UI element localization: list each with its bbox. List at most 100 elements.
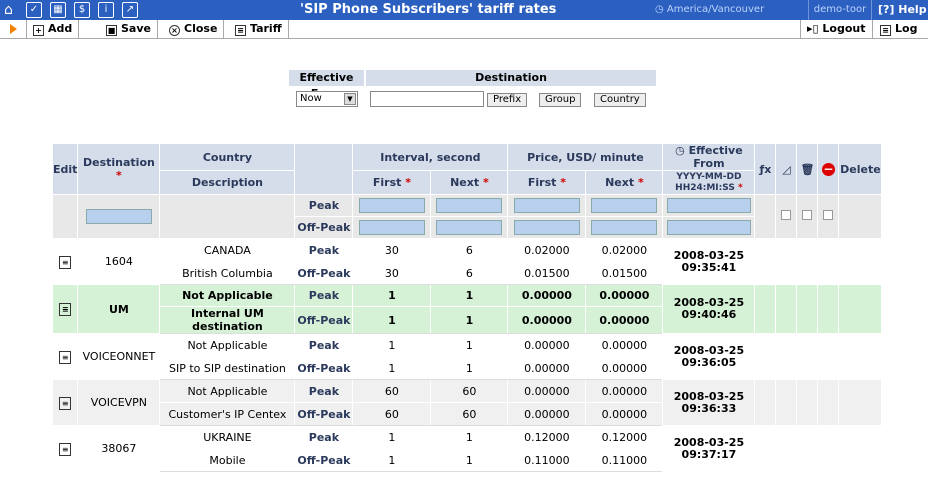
- offpeak-price-first: 0.00000: [507, 402, 587, 426]
- tariff-button[interactable]: ≡ Tariff: [229, 20, 289, 38]
- log-icon: ≡: [880, 25, 891, 36]
- cell: [838, 379, 883, 426]
- timezone-link[interactable]: ◷ America/Vancouver: [655, 4, 764, 15]
- effective-from-header: Effective From: [289, 70, 364, 100]
- effective-cell: 2008-03-25 09:40:46: [662, 284, 756, 334]
- cell: [796, 333, 819, 380]
- new-offpeak-interval-next-input[interactable]: [436, 220, 503, 235]
- effective-time: 09:35:41: [681, 260, 737, 274]
- checkbox-1[interactable]: [781, 210, 792, 220]
- peak-label: Peak: [294, 238, 354, 262]
- new-offpeak-price-next-input[interactable]: [591, 220, 658, 235]
- edit-icon[interactable]: ≡: [59, 396, 72, 410]
- effective-from-select[interactable]: Now ▼: [296, 91, 358, 107]
- cell: [796, 284, 819, 334]
- next-text: Next: [450, 176, 480, 189]
- table-row: ≡ UM Not Applicable Peak 1 1 0.00000 0.0…: [51, 284, 883, 334]
- col-price-first: First *: [507, 170, 587, 195]
- save-button[interactable]: ■ Save: [100, 20, 158, 38]
- edit-icon[interactable]: ≡: [59, 303, 72, 316]
- logout-icon: ▸▯: [807, 22, 823, 35]
- effective-time: 09:37:17: [681, 447, 737, 461]
- peak-label: Peak: [294, 379, 354, 403]
- logout-button[interactable]: ▸▯ Logout: [800, 20, 873, 38]
- cell: [796, 238, 819, 285]
- dollar-icon[interactable]: $: [74, 2, 90, 18]
- cell: [775, 425, 798, 472]
- new-destination-input[interactable]: [85, 209, 152, 224]
- rate-rows: ≡ 1604 CANADA Peak 30 6 0.02000 0.02000 …: [51, 238, 883, 472]
- col-interval-next: Next *: [430, 170, 509, 195]
- note-icon: ◿: [775, 143, 798, 195]
- offpeak-label: Off-Peak: [294, 306, 354, 334]
- col-type: [294, 143, 354, 195]
- date-format-1: YYYY-MM-DD: [676, 171, 742, 182]
- info-icon[interactable]: i: [98, 2, 114, 18]
- cell: [817, 238, 840, 285]
- cell: [838, 333, 883, 380]
- new-effective-time-input[interactable]: [666, 220, 751, 235]
- effective-cell: 2008-03-25 09:37:17: [662, 425, 756, 472]
- new-offpeak-price-first-input[interactable]: [513, 220, 580, 235]
- home-icon[interactable]: ⌂: [4, 1, 13, 19]
- checkbox-3[interactable]: [823, 210, 834, 220]
- table-row: ≡ 38067 UKRAINE Peak 1 1 0.12000 0.12000…: [51, 425, 883, 472]
- destination-header: Destination: [366, 70, 656, 86]
- new-peak-price-first-input[interactable]: [513, 198, 580, 213]
- timezone-text: America/Vancouver: [666, 4, 765, 15]
- help-link[interactable]: [?] Help: [878, 2, 927, 18]
- chart-icon[interactable]: ↗: [122, 2, 138, 18]
- formula-icon: ƒx: [754, 143, 777, 195]
- plus-icon: +: [33, 25, 44, 36]
- grid-icon[interactable]: ▦: [50, 2, 66, 18]
- log-button[interactable]: ≡ Log: [874, 20, 923, 38]
- cell: [838, 425, 883, 472]
- cell: [838, 284, 883, 334]
- group-button[interactable]: Group: [539, 93, 582, 107]
- edit-icon[interactable]: ≡: [59, 442, 72, 456]
- new-peak-interval-next-input[interactable]: [436, 198, 503, 213]
- offpeak-price-first: 0.01500: [507, 261, 587, 285]
- cell: [754, 284, 777, 334]
- cell: [662, 194, 756, 217]
- table-row: ≡ VOICEONNET Not Applicable Peak 1 1 0.0…: [51, 333, 883, 380]
- cell: [754, 379, 777, 426]
- col-price-next: Next *: [585, 170, 664, 195]
- tariff-label: Tariff: [250, 22, 282, 35]
- peak-price-first: 0.02000: [507, 238, 587, 262]
- description-cell: SIP to SIP destination: [159, 356, 296, 380]
- prefix-button[interactable]: Prefix: [487, 93, 528, 107]
- new-peak-price-next-input[interactable]: [591, 198, 658, 213]
- peak-interval-first: 30: [352, 238, 432, 262]
- checkbox-icon[interactable]: ✓: [26, 2, 42, 18]
- edit-icon[interactable]: ≡: [59, 255, 72, 269]
- new-effective-date-input[interactable]: [666, 198, 751, 213]
- checkbox-2[interactable]: [802, 210, 813, 220]
- date-format-2: HH24:MI:SS: [675, 182, 735, 193]
- floppy-icon: ■: [106, 25, 117, 36]
- required-mark: *: [482, 176, 489, 189]
- block-icon: −: [817, 143, 840, 195]
- offpeak-interval-next: 6: [430, 261, 509, 285]
- peak-price-first: 0.00000: [507, 379, 587, 403]
- country-button[interactable]: Country: [594, 93, 646, 107]
- rates-table: Edit Destination * Country Interval, sec…: [51, 143, 883, 472]
- effective-cell: 2008-03-25 09:36:33: [662, 379, 756, 426]
- add-button[interactable]: + Add: [26, 20, 80, 38]
- arrow-icon: [10, 24, 17, 34]
- offpeak-interval-next: 1: [430, 306, 509, 334]
- col-effective-from: ◷ Effective From: [662, 143, 756, 171]
- new-peak-interval-first-input[interactable]: [358, 198, 425, 213]
- new-offpeak-interval-first-input[interactable]: [358, 220, 425, 235]
- peak-price-first: 0.00000: [507, 333, 587, 357]
- edit-icon[interactable]: ≡: [59, 350, 72, 364]
- peak-interval-first: 1: [352, 425, 432, 449]
- close-button[interactable]: × Close: [163, 20, 225, 38]
- cell: [817, 425, 840, 472]
- peak-interval-first: 60: [352, 379, 432, 403]
- offpeak-price-first: 0.11000: [507, 448, 587, 472]
- destination-input[interactable]: [370, 91, 484, 107]
- user-link[interactable]: demo-toor: [808, 0, 872, 20]
- required-mark: *: [637, 176, 644, 189]
- col-date-format: YYYY-MM-DD HH24:MI:SS *: [662, 170, 756, 195]
